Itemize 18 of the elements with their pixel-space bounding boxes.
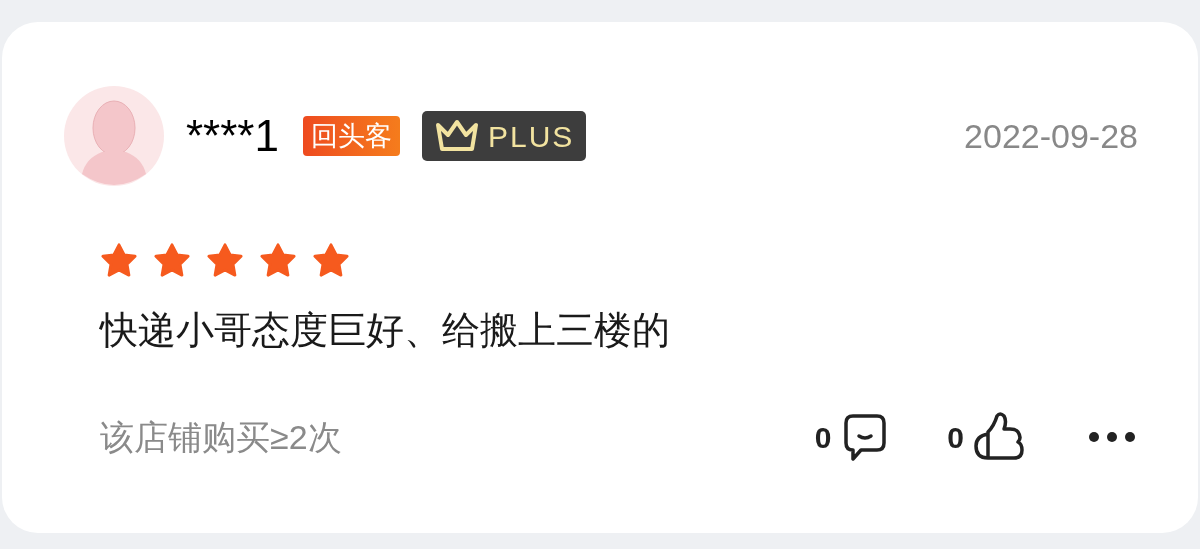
review-text: 快递小哥态度巨好、给搬上三楼的: [100, 308, 671, 353]
plus-badge: PLUS: [421, 111, 587, 161]
star-icon: [153, 242, 191, 278]
like-count: 0: [947, 419, 964, 456]
star-icon: [100, 242, 138, 278]
star-icon: [312, 242, 350, 278]
crown-icon: [433, 119, 480, 153]
username: ****1: [186, 114, 279, 158]
star-icon: [259, 242, 297, 278]
avatar-icon: [64, 86, 164, 186]
comment-icon[interactable]: [843, 412, 888, 462]
review-date: 2022-09-28: [964, 115, 1138, 157]
returning-customer-badge: 回头客: [302, 116, 400, 156]
thumbs-up-icon[interactable]: [972, 412, 1026, 462]
purchase-note: 该店铺购买≥2次: [100, 416, 342, 458]
comment-count: 0: [814, 419, 832, 456]
more-icon[interactable]: [1088, 431, 1136, 443]
star-icon: [206, 242, 244, 278]
